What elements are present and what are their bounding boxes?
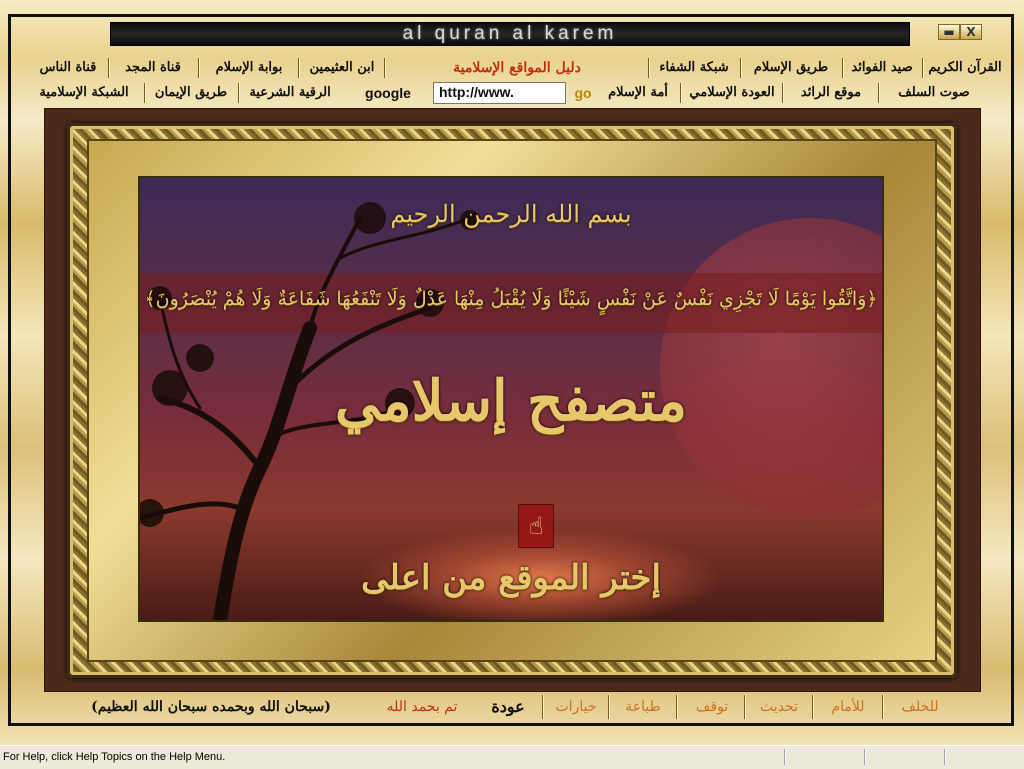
link-quran[interactable]: القرآن الكريم	[924, 56, 1006, 80]
instruction-text: إختر الموقع من اعلى	[361, 558, 661, 598]
divider	[384, 58, 385, 78]
divider	[744, 695, 745, 719]
link-almajd[interactable]: قناة المجد	[112, 56, 194, 80]
app-window: al quran al karem ▬ X القرآن الكريم صيد …	[0, 0, 1024, 745]
app-name-text: متصفح إسلامي	[335, 368, 687, 434]
link-ruqya[interactable]: الرقية الشرعية	[240, 81, 340, 105]
status-pane	[864, 749, 943, 765]
divider	[680, 83, 681, 103]
minimize-button[interactable]: ▬	[938, 24, 960, 40]
divider	[812, 695, 813, 719]
divider	[198, 58, 199, 78]
hand-pointer-icon: ☝	[518, 504, 554, 548]
divider	[542, 695, 543, 719]
divider	[238, 83, 239, 103]
link-salaf-voice[interactable]: صوت السلف	[882, 81, 986, 105]
link-iman-way[interactable]: طريق الإيمان	[146, 81, 236, 105]
browser-content: بسم الله الرحمن الرحيم ﴿وَاتَّقُوا يَوْم…	[44, 108, 981, 692]
link-islamic-return[interactable]: العودة الإسلامي	[684, 81, 780, 105]
link-islam-portal[interactable]: بوابة الإسلام	[202, 56, 296, 80]
link-uthaimeen[interactable]: ابن العثيمين	[302, 56, 382, 80]
link-saaid[interactable]: صيد الفوائد	[844, 56, 920, 80]
divider	[740, 58, 741, 78]
options-button[interactable]: خيارات	[548, 692, 604, 722]
divider	[108, 58, 109, 78]
forward-button[interactable]: للأمام	[818, 692, 878, 722]
link-alnas[interactable]: قناة الناس	[30, 56, 106, 80]
divider	[144, 83, 145, 103]
title-bar: al quran al karem	[110, 22, 910, 46]
print-button[interactable]: طباعة	[614, 692, 672, 722]
status-pane	[944, 749, 1023, 765]
divider	[878, 83, 879, 103]
link-raed[interactable]: موقع الرائد	[786, 81, 876, 105]
close-button[interactable]: X	[960, 24, 982, 40]
divider	[882, 695, 883, 719]
status-text: For Help, click Help Topics on the Help …	[3, 751, 226, 763]
status-bar: For Help, click Help Topics on the Help …	[0, 745, 1024, 769]
link-sites-guide[interactable]: دليل المواقع الإسلامية	[392, 56, 642, 80]
google-button[interactable]: google	[356, 82, 420, 104]
divider	[608, 695, 609, 719]
tasbih-text: (سبحان الله وبحمده سبحان الله العظيم)	[91, 699, 331, 715]
bottom-toolbar: للخلف للأمام تحديث توقف طباعة خيارات عود…	[70, 692, 974, 722]
link-islamway[interactable]: طريق الإسلام	[742, 56, 840, 80]
home-button[interactable]: عودة	[478, 692, 538, 722]
basmala-text: بسم الله الرحمن الرحيم	[390, 200, 632, 228]
divider	[298, 58, 299, 78]
stop-button[interactable]: توقف	[684, 692, 740, 722]
url-input[interactable]: http://www.	[433, 82, 566, 104]
window-title: al quran al karem	[402, 23, 618, 44]
done-status: تم بحمد الله	[386, 699, 458, 715]
top-links-row: القرآن الكريم صيد الفوائد طريق الإسلام ش…	[12, 56, 1008, 80]
divider	[676, 695, 677, 719]
back-button[interactable]: للخلف	[890, 692, 950, 722]
refresh-button[interactable]: تحديث	[750, 692, 808, 722]
divider	[782, 83, 783, 103]
link-islamweb[interactable]: الشبكة الإسلامية	[26, 81, 142, 105]
link-shefa[interactable]: شبكة الشفاء	[650, 56, 738, 80]
link-islam-nation[interactable]: أمة الإسلام	[598, 81, 678, 105]
divider	[922, 58, 923, 78]
verse-text: ﴿وَاتَّقُوا يَوْمًا لَا تَجْزِي نَفْسٌ ع…	[144, 288, 878, 310]
status-pane	[784, 749, 863, 765]
divider	[842, 58, 843, 78]
divider	[648, 58, 649, 78]
go-button[interactable]: go	[570, 82, 596, 104]
banner-picture: بسم الله الرحمن الرحيم ﴿وَاتَّقُوا يَوْم…	[140, 178, 882, 620]
